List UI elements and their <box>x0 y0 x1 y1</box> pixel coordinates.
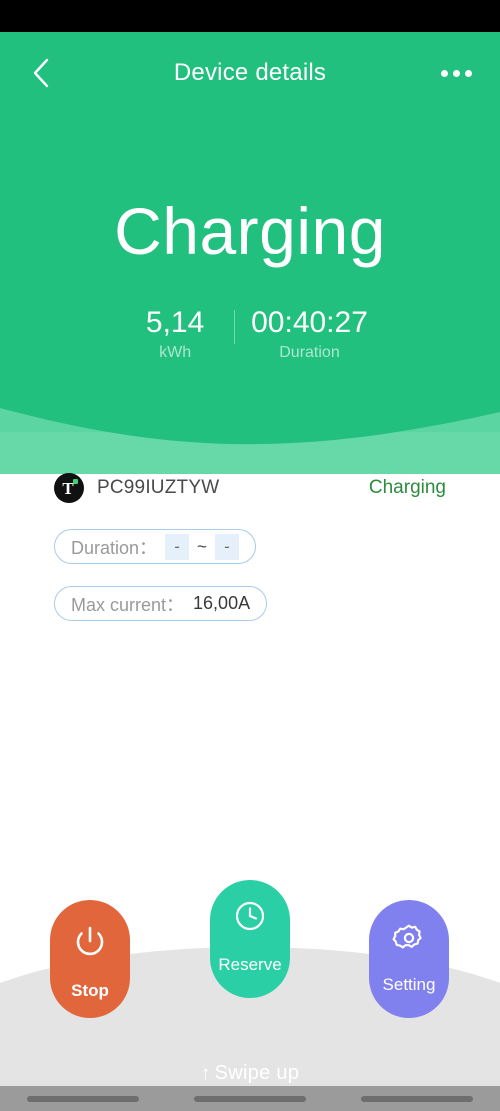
android-nav-bar <box>0 1086 500 1111</box>
duration-chip[interactable]: Duration： - ~ - <box>54 529 256 564</box>
stat-energy: 5,14 kWh <box>116 306 234 362</box>
charging-state-heading: Charging <box>114 194 386 268</box>
nav-bar-recents[interactable] <box>360 1095 473 1102</box>
menu-dot <box>452 69 460 77</box>
stop-button[interactable]: Stop <box>50 900 130 1018</box>
device-details-screen: Device details Charging 5,14 kWh 00:40:2… <box>0 0 500 1111</box>
arrow-up-icon: ↑ <box>200 1063 211 1084</box>
max-current-value: 16,00A <box>193 593 251 613</box>
wave-decoration <box>0 364 500 474</box>
back-button[interactable] <box>22 54 60 92</box>
tesla-t-icon: T <box>54 473 84 503</box>
stat-duration-label: Duration <box>279 343 340 361</box>
status-bar <box>0 0 500 32</box>
duration-range-separator: ~ <box>197 536 207 556</box>
duration-chip-label: Duration： <box>71 537 158 558</box>
overflow-menu-icon[interactable] <box>436 59 476 87</box>
swipe-up-label: Swipe up <box>214 1062 300 1084</box>
page-title: Device details <box>173 59 327 86</box>
app-bar: Device details <box>0 32 500 114</box>
gear-icon <box>391 920 427 956</box>
menu-dot <box>464 69 472 77</box>
stat-duration-value: 00:40:27 <box>251 306 368 339</box>
chevron-left-icon <box>31 57 51 89</box>
device-row[interactable]: T PC99IUZTYW Charging <box>54 472 446 504</box>
duration-end-value[interactable]: - <box>214 533 239 560</box>
tesla-t-glyph: T <box>62 478 74 498</box>
device-name: PC99IUZTYW <box>97 477 220 498</box>
stop-button-label: Stop <box>71 981 109 1000</box>
stat-duration: 00:40:27 Duration <box>235 306 384 362</box>
device-status-badge: Charging <box>368 477 446 498</box>
max-current-chip[interactable]: Max current： 16,00A <box>54 586 268 621</box>
setting-button-label: Setting <box>382 975 436 994</box>
duration-start-value[interactable]: - <box>165 533 190 560</box>
stat-energy-value: 5,14 <box>145 306 205 339</box>
status-dot <box>73 479 78 484</box>
nav-bar-home[interactable] <box>193 1095 306 1102</box>
power-icon <box>70 922 110 962</box>
charge-stats: 5,14 kWh 00:40:27 Duration <box>0 306 500 362</box>
menu-dot <box>440 69 448 77</box>
max-current-label: Max current： <box>71 594 185 615</box>
swipe-up-hint[interactable]: ↑ Swipe up <box>0 1062 500 1085</box>
setting-button[interactable]: Setting <box>369 900 449 1018</box>
nav-bar-back[interactable] <box>27 1095 140 1102</box>
stat-energy-label: kWh <box>159 343 192 361</box>
reserve-button[interactable]: Reserve <box>210 880 290 998</box>
clock-icon <box>232 898 268 934</box>
reserve-button-label: Reserve <box>218 955 282 974</box>
